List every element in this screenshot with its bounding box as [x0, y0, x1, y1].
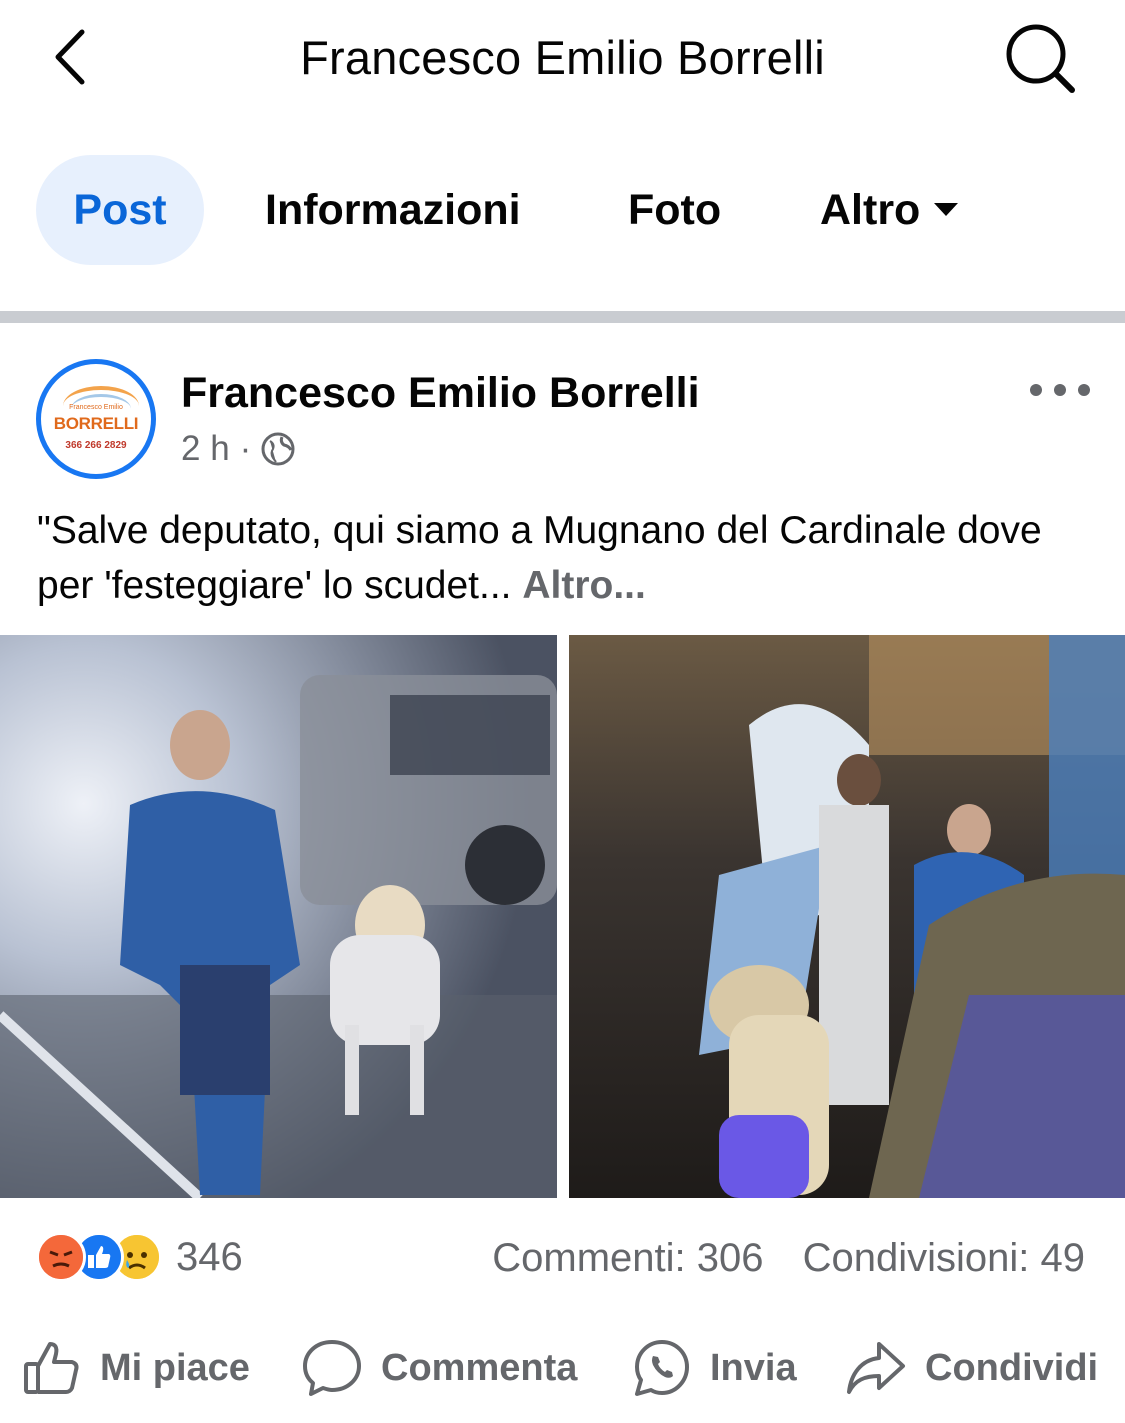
avatar-logo-text: BORRELLI: [53, 414, 139, 433]
post-meta: 2 h ·: [181, 429, 295, 469]
more-dot-icon: [1078, 384, 1090, 396]
like-label: Mi piace: [100, 1346, 250, 1389]
more-dot-icon: [1030, 384, 1042, 396]
send-button[interactable]: Invia: [632, 1328, 797, 1408]
thumbs-up-icon: [24, 1342, 79, 1394]
comments-count[interactable]: Commenti: 306: [492, 1236, 763, 1280]
post-author[interactable]: Francesco Emilio Borrelli: [181, 369, 700, 418]
section-divider: [0, 311, 1125, 323]
meta-separator: ·: [239, 429, 252, 468]
shares-count[interactable]: Condivisioni: 49: [803, 1236, 1085, 1280]
share-button[interactable]: Condividi: [845, 1328, 1098, 1408]
share-icon: [847, 1342, 905, 1394]
post-stats: 346 Commenti: 306 Condivisioni: 49: [0, 1228, 1125, 1288]
top-bar: Francesco Emilio Borrelli: [0, 0, 1125, 115]
comment-label: Commenta: [381, 1346, 578, 1389]
post-photos: [0, 635, 1125, 1198]
avatar-small-text: Francesco Emilio: [69, 404, 123, 411]
post-card: Francesco Emilio BORRELLI 366 266 2829 F…: [0, 323, 1125, 1423]
avatar-phone: 366 266 2829: [65, 440, 127, 451]
photo-icon: [569, 635, 1125, 1198]
send-label: Invia: [710, 1346, 797, 1389]
like-button[interactable]: Mi piace: [22, 1328, 250, 1408]
post-actions: Mi piace Commenta Invia Condividi: [0, 1328, 1125, 1408]
search-button[interactable]: [1000, 18, 1080, 98]
chevron-left-icon: [55, 29, 85, 85]
engagement-counts: Commenti: 306 Condivisioni: 49: [492, 1236, 1085, 1281]
page-title: Francesco Emilio Borrelli: [300, 31, 825, 84]
tab-altro[interactable]: Altro: [820, 155, 959, 265]
tab-altro-label: Altro: [820, 186, 921, 234]
globe-icon: [261, 432, 295, 466]
caret-down-icon: [934, 203, 959, 217]
comment-icon: [303, 1340, 361, 1396]
reactions-summary[interactable]: 346: [36, 1232, 243, 1282]
see-more-link[interactable]: Altro...: [522, 564, 646, 607]
reaction-count: 346: [176, 1234, 243, 1279]
tab-foto[interactable]: Foto: [628, 155, 721, 265]
post-time[interactable]: 2 h: [181, 429, 230, 469]
back-button[interactable]: [40, 22, 104, 92]
post-options-button[interactable]: [1030, 375, 1090, 405]
more-dot-icon: [1054, 384, 1066, 396]
post-photo-1[interactable]: [0, 635, 557, 1198]
tab-informazioni[interactable]: Informazioni: [265, 155, 521, 265]
photo-icon: [0, 635, 557, 1198]
post-photo-2[interactable]: [569, 635, 1125, 1198]
profile-tabs: Post Informazioni Foto Altro: [0, 155, 1125, 270]
whatsapp-icon: [635, 1340, 689, 1396]
avatar[interactable]: Francesco Emilio BORRELLI 366 266 2829: [36, 359, 156, 479]
share-label: Condividi: [925, 1346, 1099, 1389]
avatar-logo-background: Francesco Emilio BORRELLI 366 266 2829: [47, 370, 145, 468]
angry-reaction-icon: [36, 1232, 86, 1282]
tab-post[interactable]: Post: [36, 155, 204, 265]
post-text: "Salve deputato, qui siamo a Mugnano del…: [37, 503, 1097, 613]
comment-button[interactable]: Commenta: [301, 1328, 577, 1408]
search-icon: [1006, 24, 1075, 93]
